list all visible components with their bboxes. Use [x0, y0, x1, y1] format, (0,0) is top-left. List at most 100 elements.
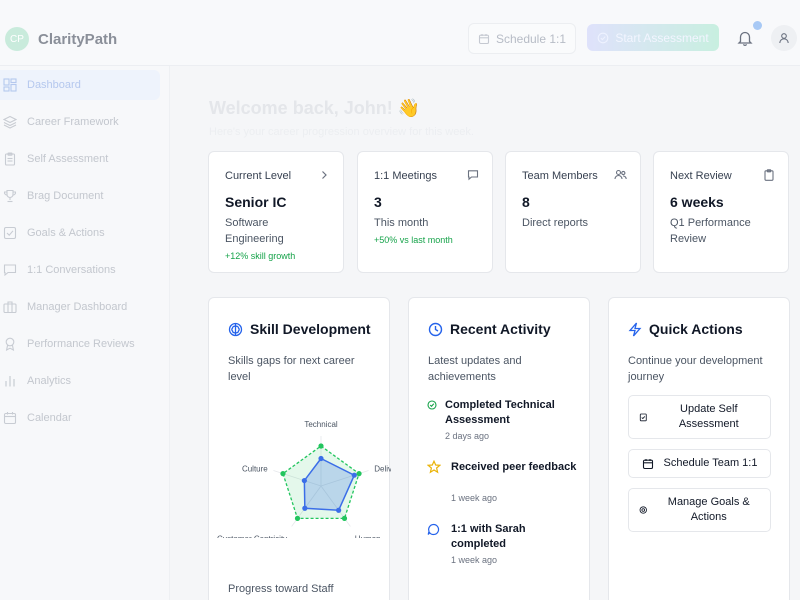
radar-axis-label: Technical — [304, 420, 338, 429]
clock-icon — [428, 322, 443, 336]
sidebar-item-self-assessment[interactable]: Self Assessment — [0, 144, 160, 174]
skill-development-label: Skill Development — [250, 321, 371, 337]
user-avatar[interactable] — [771, 25, 797, 51]
activity-time: 1 week ago — [451, 493, 498, 503]
quick-actions-label: Quick Actions — [649, 321, 743, 337]
recent-activity-panel: Recent Activity Latest updates and achie… — [408, 297, 590, 600]
update-self-assessment-button[interactable]: Update Self Assessment — [628, 395, 771, 439]
recent-activity-label: Recent Activity — [450, 321, 551, 337]
bell-icon[interactable] — [736, 29, 754, 47]
notification-dot — [753, 21, 762, 30]
radar-current-point — [336, 507, 342, 513]
sidebar-item-performance-reviews[interactable]: Performance Reviews — [0, 329, 160, 359]
layers-icon — [3, 115, 17, 129]
star-icon — [427, 460, 441, 474]
start-assessment-label: Start Assessment — [615, 30, 709, 45]
radar-target-point — [280, 471, 286, 477]
checkbox-icon — [3, 226, 17, 240]
update-self-assessment-label: Update Self Assessment — [678, 403, 739, 430]
stat-trend: +12% skill growth — [225, 251, 296, 261]
chat-bubble-icon — [427, 523, 440, 536]
check-circle-icon — [597, 32, 609, 43]
quick-actions-desc: Continue your development journey — [628, 355, 763, 383]
recent-activity-title: Recent Activity — [428, 321, 551, 337]
start-assessment-button[interactable]: Start Assessment — [587, 24, 719, 51]
chat-icon — [3, 264, 17, 277]
stat-trend: +50% vs last month — [374, 235, 453, 245]
sidebar-item-calendar[interactable]: Calendar — [0, 403, 160, 433]
radar-target-point — [294, 515, 301, 521]
manage-goals-label: Manage Goals & Actions — [667, 496, 750, 523]
stat-sub: Q1 Performance Review — [670, 217, 751, 245]
stat-card-team-members[interactable]: Team Members 8 Direct reports — [505, 151, 641, 273]
sidebar-item-label: Goals & Actions — [27, 227, 105, 239]
radar-axis-label: Culture — [242, 465, 268, 474]
sidebar-item-label: Performance Reviews — [27, 338, 135, 350]
skill-development-title: Skill Development — [228, 321, 371, 337]
radar-target-point — [318, 443, 324, 449]
sidebar-item-label: Calendar — [27, 412, 72, 424]
message-icon — [467, 170, 479, 181]
radar-axis-label: Delivery — [374, 465, 391, 474]
schedule-1on1-button[interactable]: Schedule 1:1 — [468, 23, 576, 54]
sidebar-item-manager-dashboard[interactable]: Manager Dashboard — [0, 292, 160, 322]
calendar-icon — [3, 412, 17, 425]
stat-card-current-level[interactable]: Current Level Senior IC Software Enginee… — [208, 151, 344, 273]
sidebar-item-label: Career Framework — [27, 116, 119, 128]
quick-actions-title: Quick Actions — [628, 321, 743, 337]
stat-label: Current Level — [225, 170, 292, 182]
trophy-icon — [3, 189, 17, 203]
logo-initials: CP — [10, 33, 24, 45]
sidebar-item-brag-document[interactable]: Brag Document — [0, 181, 160, 211]
sidebar-item-conversations[interactable]: 1:1 Conversations — [0, 255, 160, 285]
chevron-right-icon — [322, 171, 327, 179]
sidebar-item-label: Brag Document — [27, 190, 104, 202]
activity-title: Received peer feedback — [451, 461, 577, 473]
sidebar: Dashboard Career Framework Self Assessme… — [0, 66, 170, 600]
stat-value: 6 weeks — [670, 194, 724, 210]
stat-value: 8 — [522, 194, 530, 210]
radar-axis-label: Human — [355, 535, 381, 538]
radar-axis-label: Customer Centricity — [217, 535, 287, 538]
user-icon — [779, 33, 789, 44]
progress-label: Progress toward Staff Engineer — [228, 583, 334, 600]
schedule-team-button[interactable]: Schedule Team 1:1 — [628, 449, 771, 478]
manage-goals-button[interactable]: Manage Goals & Actions — [628, 488, 771, 532]
stat-sub: Direct reports — [522, 217, 589, 229]
skill-radar-chart: Technical Delivery Human Customer Centricit… — [217, 420, 391, 538]
quick-actions-panel: Quick Actions Continue your development … — [608, 297, 790, 600]
stat-label: 1:1 Meetings — [374, 170, 437, 182]
calendar-icon — [642, 458, 653, 469]
sidebar-item-label: 1:1 Conversations — [27, 264, 116, 276]
clipboard-check-icon — [639, 413, 647, 422]
recent-activity-desc: Latest updates and achievements — [428, 355, 522, 383]
stat-label: Team Members — [522, 170, 598, 182]
sidebar-item-goals-actions[interactable]: Goals & Actions — [0, 218, 160, 248]
activity-time: 2 days ago — [445, 431, 490, 441]
lightning-icon — [628, 322, 642, 336]
radar-current-point — [351, 472, 357, 478]
skill-development-panel: Skill Development Skills gaps for next c… — [208, 297, 391, 600]
skill-development-desc: Skills gaps for next career level — [228, 355, 355, 383]
radar-target-point — [341, 515, 348, 521]
clipboard-icon — [4, 152, 16, 166]
sidebar-item-analytics[interactable]: Analytics — [0, 366, 160, 396]
stat-value: 3 — [374, 194, 382, 210]
calendar-icon — [478, 33, 490, 44]
stat-card-meetings[interactable]: 1:1 Meetings 3 This month +50% vs last m… — [357, 151, 493, 273]
brand-name: ClarityPath — [38, 31, 118, 48]
radar-current-point — [302, 505, 308, 511]
stat-card-next-review[interactable]: Next Review 6 weeks Q1 Performance Revie… — [653, 151, 789, 273]
target-icon — [639, 506, 647, 514]
bar-chart-icon — [5, 376, 15, 387]
activity-time: 1 week ago — [451, 555, 498, 565]
radar-current-point — [318, 455, 324, 462]
logo-badge: CP — [5, 27, 29, 51]
briefcase-icon — [3, 301, 17, 314]
sidebar-item-dashboard[interactable]: Dashboard — [0, 70, 160, 100]
clipboard-icon — [764, 169, 774, 181]
welcome-title: Welcome back, John! 👋 — [209, 98, 421, 118]
top-header: CP ClarityPath Schedule 1:1 Start Assess… — [0, 0, 800, 66]
stat-label: Next Review — [670, 170, 732, 182]
sidebar-item-career-framework[interactable]: Career Framework — [0, 107, 160, 137]
